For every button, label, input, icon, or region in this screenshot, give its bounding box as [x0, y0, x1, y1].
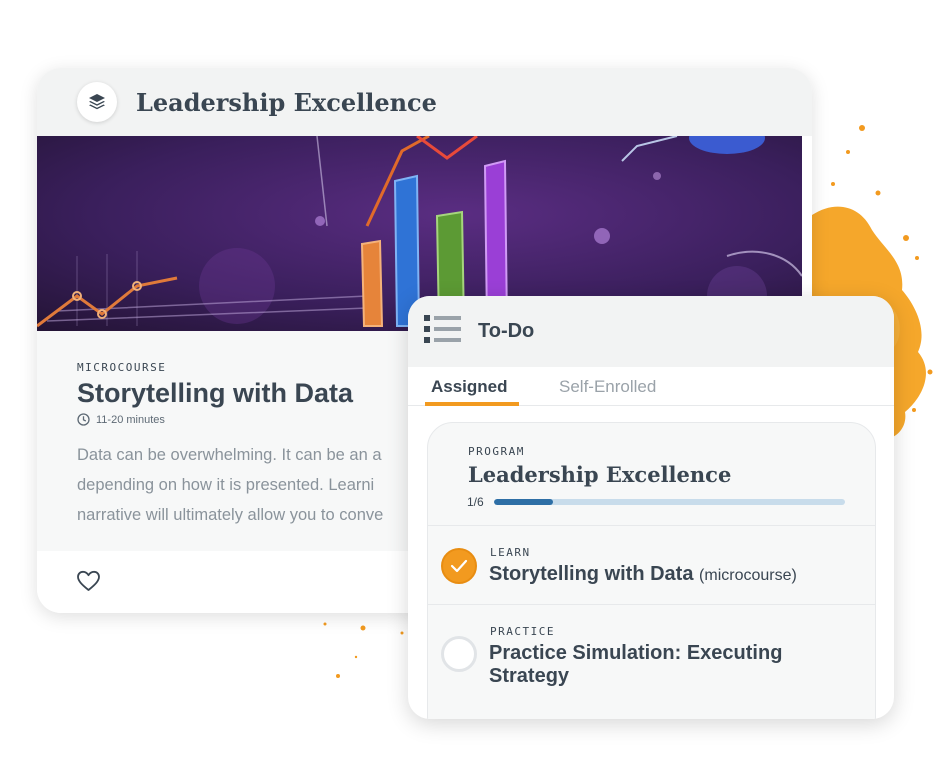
step-type-label: PRACTICE: [490, 625, 555, 638]
step-type-label: LEARN: [490, 546, 531, 559]
course-card-title: Leadership Excellence: [136, 87, 437, 117]
list-icon: [424, 314, 462, 349]
duration-text: 11-20 minutes: [96, 413, 165, 426]
completed-check-icon[interactable]: [441, 548, 477, 584]
clock-icon: [77, 413, 90, 426]
tab-assigned[interactable]: Assigned: [431, 377, 508, 397]
todo-header: To-Do: [408, 296, 894, 367]
progress-bar: [494, 499, 845, 505]
step-title-line: Practice Simulation: Executing: [489, 642, 783, 664]
program-header[interactable]: PROGRAM Leadership Excellence 1/6: [428, 423, 875, 526]
todo-tabs: Assigned Self-Enrolled: [408, 367, 894, 406]
step-title-suffix: (microcourse): [699, 567, 797, 584]
todo-card: To-Do Assigned Self-Enrolled PROGRAM Lea…: [408, 296, 894, 719]
todo-title: To-Do: [478, 320, 535, 342]
program-panel: PROGRAM Leadership Excellence 1/6 LEARN …: [427, 422, 876, 719]
step-practice[interactable]: PRACTICE Practice Simulation: Executing …: [428, 605, 875, 687]
progress-label: 1/6: [467, 495, 484, 509]
step-title[interactable]: Storytelling with Data (microcourse): [489, 563, 797, 587]
tab-self-enrolled[interactable]: Self-Enrolled: [559, 377, 656, 397]
step-title-text: Storytelling with Data: [489, 563, 694, 585]
step-title-line: Strategy: [489, 665, 570, 687]
course-card-header: Leadership Excellence: [37, 68, 812, 136]
heart-icon[interactable]: [76, 570, 101, 597]
incomplete-circle-icon[interactable]: [441, 636, 477, 672]
program-name[interactable]: Leadership Excellence: [468, 462, 875, 487]
active-tab-indicator: [425, 402, 519, 406]
layers-icon: [77, 82, 117, 122]
program-type-label: PROGRAM: [468, 445, 525, 458]
step-learn[interactable]: LEARN Storytelling with Data (microcours…: [428, 526, 875, 605]
program-progress: 1/6: [467, 495, 875, 509]
progress-bar-fill: [494, 499, 553, 505]
step-title[interactable]: Practice Simulation: Executing Strategy: [489, 642, 782, 688]
